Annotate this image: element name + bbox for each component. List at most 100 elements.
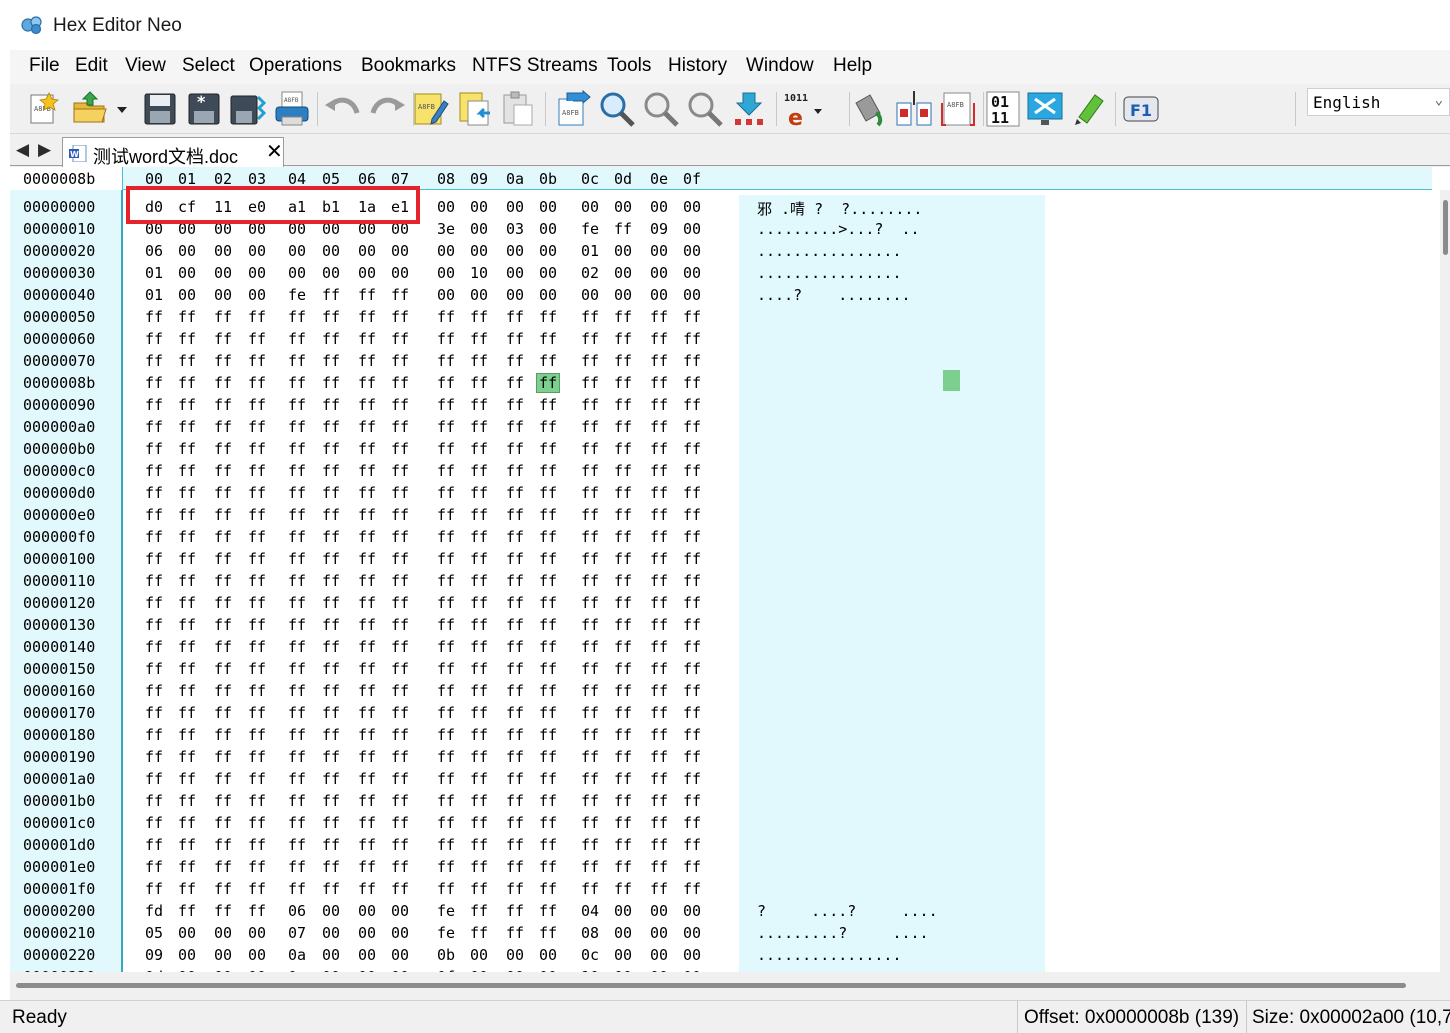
- hex-byte[interactable]: ff: [648, 308, 670, 326]
- hex-byte[interactable]: ff: [356, 660, 378, 678]
- hex-byte[interactable]: ff: [579, 880, 601, 898]
- hex-byte[interactable]: ff: [143, 594, 165, 612]
- hex-byte[interactable]: ff: [468, 550, 490, 568]
- hex-byte[interactable]: ff: [435, 660, 457, 678]
- ascii-text[interactable]: ................: [757, 242, 902, 260]
- hex-byte[interactable]: ff: [356, 748, 378, 766]
- hex-byte[interactable]: ff: [681, 616, 703, 634]
- hex-byte[interactable]: 00: [537, 264, 559, 282]
- hex-byte[interactable]: ff: [356, 572, 378, 590]
- hex-byte[interactable]: ff: [176, 660, 198, 678]
- hex-byte[interactable]: ff: [176, 330, 198, 348]
- hex-byte[interactable]: ff: [320, 880, 342, 898]
- hex-byte[interactable]: 00: [579, 198, 601, 216]
- hex-byte[interactable]: ff: [389, 374, 411, 392]
- hex-byte[interactable]: ff: [356, 352, 378, 370]
- hex-byte[interactable]: ff: [612, 814, 634, 832]
- hex-byte[interactable]: ff: [435, 880, 457, 898]
- save-as-icon[interactable]: *: [184, 89, 224, 129]
- hex-byte[interactable]: 03: [504, 220, 526, 238]
- hex-byte[interactable]: 00: [468, 198, 490, 216]
- hex-byte[interactable]: ff: [537, 858, 559, 876]
- language-select[interactable]: English ⌄: [1307, 88, 1450, 116]
- hex-byte[interactable]: ff: [504, 616, 526, 634]
- hex-byte[interactable]: ff: [612, 220, 634, 238]
- hex-byte[interactable]: ff: [648, 374, 670, 392]
- hex-byte[interactable]: ff: [612, 352, 634, 370]
- hex-byte[interactable]: 00: [389, 902, 411, 920]
- hex-byte[interactable]: ff: [612, 836, 634, 854]
- hex-byte[interactable]: 00: [648, 198, 670, 216]
- hex-byte[interactable]: ff: [579, 550, 601, 568]
- hex-byte[interactable]: ff: [212, 352, 234, 370]
- hex-byte[interactable]: ff: [504, 880, 526, 898]
- hex-byte[interactable]: ff: [504, 660, 526, 678]
- hex-byte[interactable]: 00: [212, 264, 234, 282]
- hex-byte[interactable]: 08: [579, 924, 601, 942]
- hex-byte[interactable]: ff: [143, 836, 165, 854]
- hex-byte[interactable]: ff: [504, 792, 526, 810]
- hex-byte[interactable]: ff: [286, 572, 308, 590]
- hex-byte[interactable]: ff: [648, 726, 670, 744]
- hex-byte[interactable]: ff: [246, 440, 268, 458]
- hex-byte[interactable]: ff: [468, 858, 490, 876]
- hex-byte[interactable]: ff: [246, 748, 268, 766]
- print-icon[interactable]: A8FB: [272, 89, 312, 129]
- hex-byte[interactable]: ff: [648, 660, 670, 678]
- hex-byte[interactable]: 00: [435, 198, 457, 216]
- hex-byte[interactable]: ff: [246, 528, 268, 546]
- document-tab[interactable]: W 测试word文档.doc ✕: [62, 137, 284, 167]
- hex-byte[interactable]: ff: [579, 770, 601, 788]
- hex-byte[interactable]: 00: [286, 264, 308, 282]
- hex-byte[interactable]: 00: [246, 242, 268, 260]
- hex-byte[interactable]: ff: [212, 682, 234, 700]
- hex-byte[interactable]: ff: [681, 880, 703, 898]
- hex-byte[interactable]: ff: [320, 682, 342, 700]
- hex-byte[interactable]: ff: [286, 858, 308, 876]
- hex-byte[interactable]: ff: [537, 572, 559, 590]
- redo-icon[interactable]: [367, 89, 407, 129]
- hex-byte[interactable]: ff: [389, 286, 411, 304]
- hex-byte[interactable]: 00: [504, 286, 526, 304]
- hex-byte[interactable]: ff: [356, 396, 378, 414]
- hex-byte[interactable]: ff: [286, 660, 308, 678]
- hex-byte[interactable]: ff: [212, 462, 234, 480]
- hex-byte[interactable]: ff: [468, 814, 490, 832]
- hex-byte[interactable]: ff: [212, 440, 234, 458]
- hex-byte[interactable]: 00: [681, 946, 703, 964]
- hex-byte[interactable]: ff: [579, 374, 601, 392]
- hex-byte[interactable]: ff: [356, 770, 378, 788]
- hex-byte[interactable]: ff: [176, 616, 198, 634]
- hex-byte[interactable]: ff: [176, 902, 198, 920]
- hex-byte[interactable]: ff: [143, 748, 165, 766]
- hex-byte[interactable]: 00: [389, 242, 411, 260]
- ascii-text[interactable]: ................: [757, 264, 902, 282]
- hex-byte[interactable]: ff: [435, 836, 457, 854]
- hex-byte[interactable]: ff: [176, 374, 198, 392]
- hex-byte[interactable]: ff: [468, 484, 490, 502]
- hex-byte[interactable]: ff: [286, 726, 308, 744]
- hex-byte[interactable]: ff: [212, 572, 234, 590]
- hex-byte[interactable]: ff: [212, 814, 234, 832]
- tab-scroll-left-icon[interactable]: ◀: [16, 140, 29, 160]
- hex-byte[interactable]: 00: [320, 902, 342, 920]
- hex-byte[interactable]: ff: [648, 506, 670, 524]
- hex-byte[interactable]: ff: [681, 330, 703, 348]
- hex-byte[interactable]: ff: [389, 814, 411, 832]
- hex-byte[interactable]: 00: [389, 264, 411, 282]
- hex-byte[interactable]: ff: [320, 572, 342, 590]
- hex-byte[interactable]: ff: [468, 330, 490, 348]
- find-prev-icon[interactable]: [685, 89, 725, 129]
- hex-byte[interactable]: ff: [143, 506, 165, 524]
- hex-editor-view[interactable]: 0000008b 00 01 02 03 04 05 06 07 08 09 0a 0b 0c 0d 0e 0…: [10, 167, 1450, 972]
- hex-byte[interactable]: ff: [681, 594, 703, 612]
- hex-byte[interactable]: 00: [579, 286, 601, 304]
- hex-byte[interactable]: ff: [212, 418, 234, 436]
- hex-byte[interactable]: ff: [468, 924, 490, 942]
- hex-byte[interactable]: ff: [468, 374, 490, 392]
- hex-byte[interactable]: ff: [246, 484, 268, 502]
- hex-byte[interactable]: ff: [356, 550, 378, 568]
- hex-byte[interactable]: 00: [176, 924, 198, 942]
- hex-byte[interactable]: 00: [537, 198, 559, 216]
- hex-byte[interactable]: ff: [389, 572, 411, 590]
